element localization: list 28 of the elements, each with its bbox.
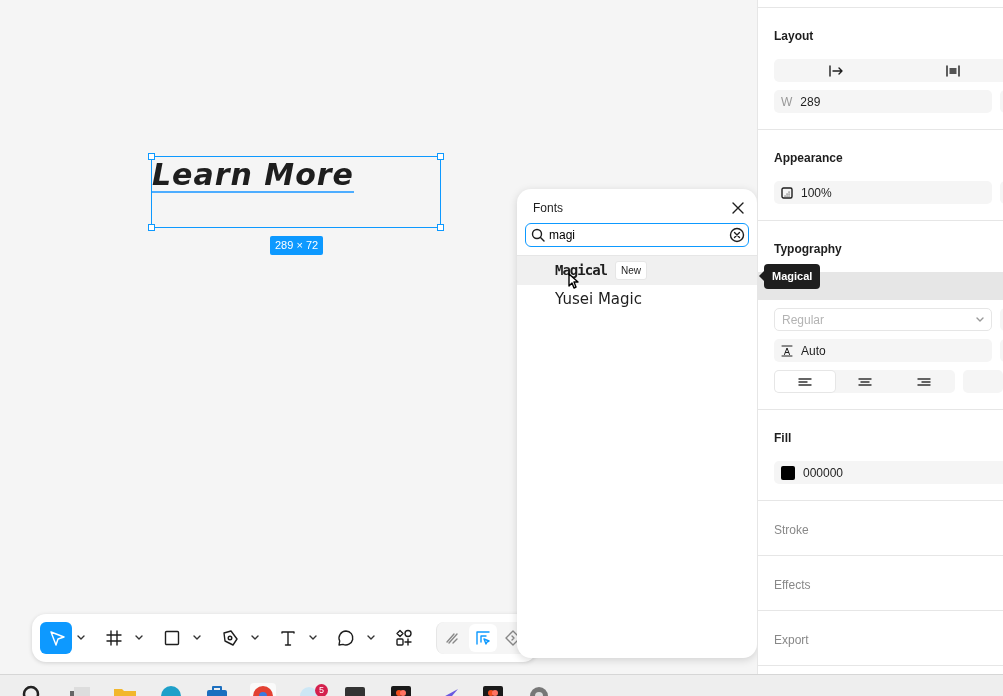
canvas-text[interactable]: Learn More [152, 159, 354, 193]
line-height-field[interactable]: Auto [774, 339, 992, 362]
notification-count: 5 [315, 684, 328, 696]
field-value: Auto [801, 342, 826, 360]
placeholder-text: Regular [782, 311, 825, 329]
tooltip: Magical [764, 264, 821, 289]
opacity-field[interactable]: 100% [774, 181, 992, 204]
section-title[interactable]: Export [774, 631, 1003, 649]
size-label: 289 × 72 [270, 236, 324, 255]
section-title: Appearance [774, 150, 844, 167]
section-title: Fill [774, 430, 793, 447]
width-field[interactable]: W 289 [774, 90, 992, 113]
section-title: Layout [774, 28, 815, 45]
field-value: 100% [801, 184, 832, 202]
font-option[interactable]: Yusei Magic [517, 285, 757, 314]
field-value: 289 [800, 93, 821, 111]
font-name: Yusei Magic [555, 289, 642, 311]
font-name: Magical [555, 261, 607, 280]
search-field[interactable]: magi [525, 223, 749, 247]
selection-frame[interactable]: Learn More [151, 156, 441, 228]
section-title: Typography [774, 241, 843, 258]
panel-title: Fonts [533, 200, 563, 217]
fill-field[interactable]: 000000 [774, 461, 1003, 484]
section-title[interactable]: Effects [774, 576, 1003, 594]
section-title[interactable]: Stroke [774, 521, 1003, 539]
new-badge: New [615, 261, 648, 280]
field-value: 000000 [803, 464, 844, 482]
field-label: W [781, 93, 793, 111]
